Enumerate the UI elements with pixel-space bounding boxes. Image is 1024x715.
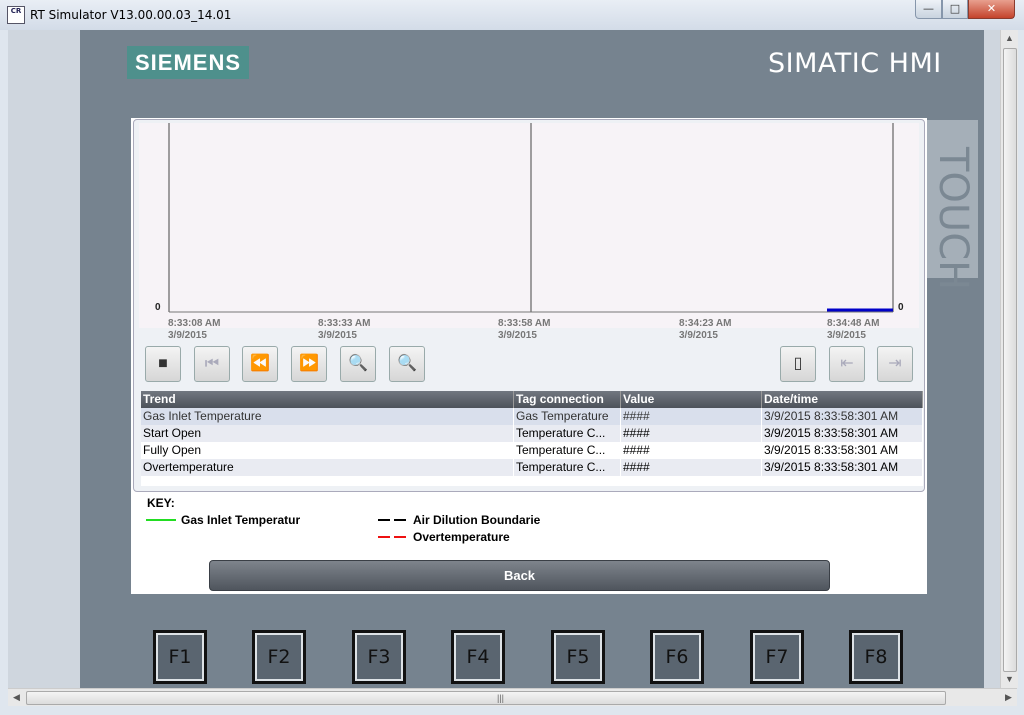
x-tick-5: 8:34:48 AM 3/9/2015 (827, 318, 880, 341)
first-button[interactable]: ⏮ (194, 346, 230, 382)
f1-label: F1 (156, 633, 204, 681)
key-title: KEY: (147, 496, 175, 510)
cell-value: #### (621, 425, 762, 442)
scroll-down-arrow-icon[interactable]: ▼ (1001, 671, 1018, 688)
cell-datetime: 3/9/2015 8:33:58:301 AM (762, 425, 923, 442)
function-key-f4[interactable]: F4 (451, 630, 505, 684)
zoom-out-button[interactable]: 🔍 (389, 346, 425, 382)
back-button[interactable]: Back (209, 560, 830, 591)
x-tick-3: 8:33:58 AM 3/9/2015 (498, 318, 551, 341)
trend-plot (168, 123, 894, 313)
key-label-gas-inlet: Gas Inlet Temperatur (181, 513, 301, 527)
x-tick-2: 8:33:33 AM 3/9/2015 (318, 318, 371, 341)
y-right-zero: 0 (898, 302, 904, 313)
table-header: Trend Tag connection Value Date/time (141, 391, 923, 408)
stop-icon: ■ (158, 355, 168, 372)
f8-label: F8 (852, 633, 900, 681)
close-button[interactable]: ✕ (968, 0, 1015, 19)
table-row[interactable]: Overtemperature Temperature C... #### 3/… (141, 459, 923, 476)
cell-value: #### (621, 408, 762, 425)
cell-tag: Gas Temperature (514, 408, 621, 425)
stop-button[interactable]: ■ (145, 346, 181, 382)
column-header-trend[interactable]: Trend (141, 391, 514, 408)
ruler-button[interactable]: ▯ (780, 346, 816, 382)
zoom-in-button[interactable]: 🔍 (340, 346, 376, 382)
x-tick-4: 8:34:23 AM 3/9/2015 (679, 318, 732, 341)
cell-value: #### (621, 442, 762, 459)
zoom-in-icon: 🔍 (348, 355, 368, 372)
cell-tag: Temperature C... (514, 442, 621, 459)
function-key-f3[interactable]: F3 (352, 630, 406, 684)
function-key-f7[interactable]: F7 (750, 630, 804, 684)
vertical-scroll-thumb[interactable] (1003, 48, 1017, 672)
key-line-gas-inlet (146, 519, 176, 521)
ruler-left-button[interactable]: ⇤ (829, 346, 865, 382)
fast-forward-icon: ⏩ (299, 355, 319, 372)
f7-label: F7 (753, 633, 801, 681)
skip-back-icon: ⏮ (204, 355, 220, 372)
key-label-overtemperature: Overtemperature (413, 530, 510, 544)
cell-datetime: 3/9/2015 8:33:58:301 AM (762, 442, 923, 459)
hmi-screen: 0 0 8:33:08 AM 3/9/2015 8:33:33 AM 3/9/201… (131, 118, 927, 594)
table-row[interactable]: Start Open Temperature C... #### 3/9/201… (141, 425, 923, 442)
f5-label: F5 (554, 633, 602, 681)
cell-trend: Fully Open (141, 442, 514, 459)
grip-icon: ||| (497, 693, 505, 703)
scroll-right-arrow-icon[interactable]: ▶ (1000, 689, 1017, 706)
trend-view: 0 0 8:33:08 AM 3/9/2015 8:33:33 AM 3/9/201… (133, 119, 925, 492)
simatic-hmi-label: SIMATIC HMI (768, 48, 942, 79)
maximize-button[interactable]: □ (942, 0, 968, 19)
scroll-left-arrow-icon[interactable]: ◀ (8, 689, 25, 706)
cell-datetime: 3/9/2015 8:33:58:301 AM (762, 459, 923, 476)
table-row[interactable]: Fully Open Temperature C... #### 3/9/201… (141, 442, 923, 459)
column-header-tag[interactable]: Tag connection (514, 391, 621, 408)
app-icon: CR (7, 6, 25, 24)
function-key-f6[interactable]: F6 (650, 630, 704, 684)
column-header-datetime[interactable]: Date/time (762, 391, 923, 408)
table-row[interactable]: Gas Inlet Temperature Gas Temperature ##… (141, 408, 923, 425)
title-bar: CR RT Simulator V13.00.00.03_14.01 — □ ✕ (0, 0, 1024, 30)
ruler-right-button[interactable]: ⇥ (877, 346, 913, 382)
f2-label: F2 (255, 633, 303, 681)
cell-trend: Gas Inlet Temperature (141, 408, 514, 425)
rewind-button[interactable]: ⏪ (242, 346, 278, 382)
ruler-left-icon: ⇤ (840, 355, 854, 372)
function-key-f5[interactable]: F5 (551, 630, 605, 684)
key-line-air-dilution (378, 519, 408, 521)
ruler-icon: ▯ (793, 355, 803, 372)
cell-trend: Start Open (141, 425, 514, 442)
column-header-value[interactable]: Value (621, 391, 762, 408)
cell-value: #### (621, 459, 762, 476)
cell-tag: Temperature C... (514, 459, 621, 476)
key-line-overtemperature (378, 536, 408, 538)
zoom-out-icon: 🔍 (397, 355, 417, 372)
function-key-f1[interactable]: F1 (153, 630, 207, 684)
trend-value-table: Trend Tag connection Value Date/time Gas… (141, 391, 923, 486)
minimize-button[interactable]: — (915, 0, 942, 19)
cell-trend: Overtemperature (141, 459, 514, 476)
function-key-f8[interactable]: F8 (849, 630, 903, 684)
forward-button[interactable]: ⏩ (291, 346, 327, 382)
touch-label: TOUCH (930, 147, 976, 291)
ruler-right-icon: ⇥ (888, 355, 902, 372)
window-title: RT Simulator V13.00.00.03_14.01 (30, 8, 232, 22)
f3-label: F3 (355, 633, 403, 681)
function-key-f2[interactable]: F2 (252, 630, 306, 684)
cell-datetime: 3/9/2015 8:33:58:301 AM (762, 408, 923, 425)
hmi-device: SIEMENS SIMATIC HMI TOUCH 0 0 8:33:08 AM… (8, 30, 1000, 688)
siemens-logo: SIEMENS (127, 46, 249, 79)
horizontal-scroll-thumb[interactable]: ||| (26, 691, 946, 705)
vertical-scrollbar[interactable]: ▲ ▼ (1000, 30, 1018, 688)
horizontal-scrollbar[interactable]: ◀ ||| ▶ (8, 688, 1017, 706)
scroll-up-arrow-icon[interactable]: ▲ (1001, 30, 1018, 47)
f4-label: F4 (454, 633, 502, 681)
f6-label: F6 (653, 633, 701, 681)
cell-tag: Temperature C... (514, 425, 621, 442)
x-tick-1: 8:33:08 AM 3/9/2015 (168, 318, 221, 341)
rewind-icon: ⏪ (250, 355, 270, 372)
y-left-zero: 0 (155, 302, 161, 313)
key-label-air-dilution: Air Dilution Boundarie (413, 513, 541, 527)
